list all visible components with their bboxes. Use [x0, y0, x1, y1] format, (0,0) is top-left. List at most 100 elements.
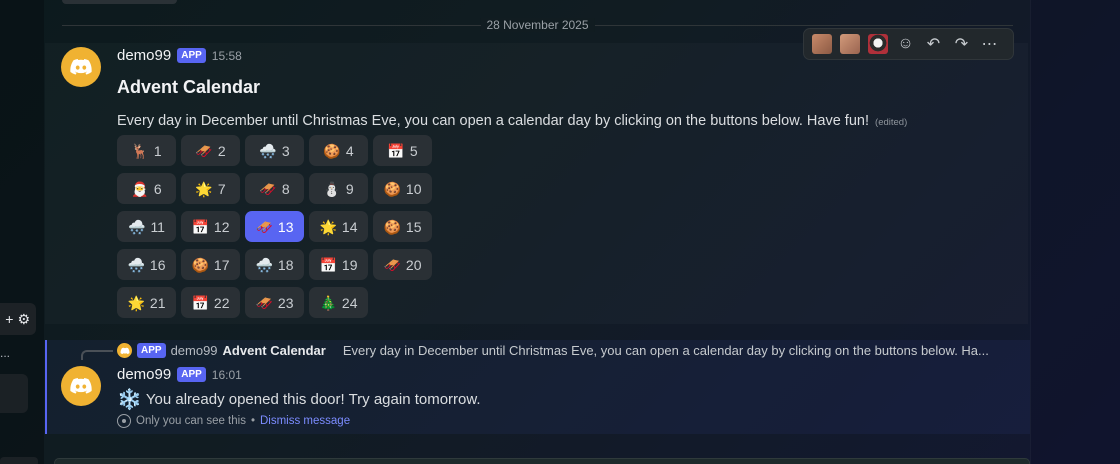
day-emoji-icon: 🛷: [255, 218, 273, 235]
add-user-icon[interactable]: +: [5, 311, 13, 327]
timestamp[interactable]: 15:58: [212, 49, 242, 63]
day-label: 12: [213, 218, 230, 235]
day-label: 21: [149, 294, 166, 311]
reply-command[interactable]: Advent Calendar: [223, 343, 326, 358]
day-label: 14: [341, 218, 358, 235]
message-composer[interactable]: [54, 458, 1030, 464]
day-emoji-icon: 📅: [191, 294, 209, 311]
reaction-3[interactable]: [866, 33, 889, 56]
day-emoji-icon: 🦌: [131, 142, 149, 159]
day-label: 23: [277, 294, 294, 311]
calendar-day-button-22[interactable]: 📅 22: [181, 287, 240, 318]
day-label: 6: [153, 180, 162, 197]
settings-gear-icon[interactable]: ⚙: [17, 311, 30, 328]
reaction-2[interactable]: [838, 33, 861, 56]
calendar-day-button-18[interactable]: 🌨️ 18: [245, 249, 304, 280]
message-text: Every day in December until Christmas Ev…: [117, 113, 907, 129]
calendar-day-button-1[interactable]: 🦌 1: [117, 135, 176, 166]
snowflake-icon: ❄️: [117, 389, 142, 411]
reaction-1[interactable]: [810, 33, 833, 56]
calendar-button-row: 🎅 6 🌟 7 🛷 8 ⛄ 9 🍪 10: [117, 173, 432, 204]
message-toolbar: ☺ ↶ ↷ ⋯: [803, 28, 1014, 60]
calendar-day-button-7[interactable]: 🌟 7: [181, 173, 240, 204]
calendar-day-button-21[interactable]: 🌟 21: [117, 287, 176, 318]
calendar-day-button-12[interactable]: 📅 12: [181, 211, 240, 242]
calendar-day-button-6[interactable]: 🎅 6: [117, 173, 176, 204]
calendar-day-button-13[interactable]: 🛷 13: [245, 211, 304, 242]
day-label: 7: [217, 180, 226, 197]
separator-dot: •: [250, 415, 255, 427]
calendar-day-button-14[interactable]: 🌟 14: [309, 211, 368, 242]
calendar-day-button-11[interactable]: 🌨️ 11: [117, 211, 176, 242]
more-icon[interactable]: ⋯: [978, 33, 1001, 56]
day-emoji-icon: 🌨️: [255, 256, 273, 273]
sidebar-panel[interactable]: [0, 374, 28, 413]
message-header: demo99 APP 16:01: [117, 366, 242, 383]
calendar-day-button-4[interactable]: 🍪 4: [309, 135, 368, 166]
day-label: 24: [341, 294, 358, 311]
embed-title: Advent Calendar: [117, 77, 261, 97]
day-emoji-icon: 🍪: [383, 180, 401, 197]
day-emoji-icon: 🍪: [383, 218, 401, 235]
message-body: Every day in December until Christmas Ev…: [117, 113, 869, 129]
reply-icon[interactable]: ↶: [922, 33, 945, 56]
day-label: 4: [345, 142, 354, 159]
message-body: You already opened this door! Try again …: [145, 391, 481, 408]
edited-label: (edited): [875, 117, 908, 128]
avatar[interactable]: [61, 47, 101, 87]
app-badge: APP: [177, 367, 206, 382]
username[interactable]: demo99: [117, 47, 171, 64]
eye-icon: [117, 414, 131, 428]
day-label: 16: [149, 256, 166, 273]
forward-icon[interactable]: ↷: [950, 33, 973, 56]
day-emoji-icon: 🛷: [259, 180, 277, 197]
calendar-day-button-23[interactable]: 🛷 23: [245, 287, 304, 318]
discord-logo-icon: [70, 59, 92, 75]
previous-message-fragment: [62, 0, 177, 4]
day-emoji-icon: 🛷: [383, 256, 401, 273]
day-emoji-icon: 🌟: [319, 218, 337, 235]
day-emoji-icon: 📅: [387, 142, 405, 159]
day-label: 8: [281, 180, 290, 197]
calendar-day-button-10[interactable]: 🍪 10: [373, 173, 432, 204]
day-emoji-icon: 🌨️: [259, 142, 277, 159]
day-emoji-icon: 🍪: [323, 142, 341, 159]
day-label: 11: [150, 218, 165, 235]
reaction-image: [839, 34, 860, 54]
timestamp[interactable]: 16:01: [212, 368, 242, 382]
reply-avatar: [117, 343, 132, 358]
reaction-image: [867, 34, 888, 54]
calendar-day-button-2[interactable]: 🛷 2: [181, 135, 240, 166]
dismiss-message-link[interactable]: Dismiss message: [260, 415, 350, 427]
calendar-day-button-20[interactable]: 🛷 20: [373, 249, 432, 280]
day-emoji-icon: ⛄: [323, 180, 341, 197]
discord-logo-icon: [70, 378, 92, 394]
add-reaction-icon[interactable]: ☺: [894, 33, 917, 56]
day-emoji-icon: 📅: [191, 218, 209, 235]
ephemeral-note: Only you can see this • Dismiss message: [117, 414, 350, 428]
reply-app-badge: APP: [137, 343, 166, 358]
day-emoji-icon: 🛷: [195, 142, 213, 159]
divider-date: 28 November 2025: [480, 18, 595, 32]
calendar-day-button-15[interactable]: 🍪 15: [373, 211, 432, 242]
day-emoji-icon: 🌨️: [128, 218, 146, 235]
reply-reference[interactable]: APP demo99 Advent Calendar Every day in …: [117, 343, 989, 358]
calendar-day-button-9[interactable]: ⛄ 9: [309, 173, 368, 204]
reply-author[interactable]: demo99: [171, 343, 218, 358]
calendar-day-button-5[interactable]: 📅 5: [373, 135, 432, 166]
reply-preview[interactable]: Every day in December until Christmas Ev…: [343, 343, 989, 358]
day-label: 17: [213, 256, 230, 273]
calendar-day-button-17[interactable]: 🍪 17: [181, 249, 240, 280]
calendar-day-button-16[interactable]: 🌨️ 16: [117, 249, 176, 280]
calendar-day-button-24[interactable]: 🎄 24: [309, 287, 368, 318]
calendar-day-button-3[interactable]: 🌨️ 3: [245, 135, 304, 166]
username[interactable]: demo99: [117, 366, 171, 383]
calendar-day-button-19[interactable]: 📅 19: [309, 249, 368, 280]
calendar-day-button-8[interactable]: 🛷 8: [245, 173, 304, 204]
day-label: 10: [405, 180, 422, 197]
day-label: 1: [153, 142, 162, 159]
user-controls[interactable]: + ⚙: [0, 303, 36, 335]
avatar[interactable]: [61, 366, 101, 406]
day-emoji-icon: 🎅: [131, 180, 149, 197]
day-label: 3: [281, 142, 290, 159]
